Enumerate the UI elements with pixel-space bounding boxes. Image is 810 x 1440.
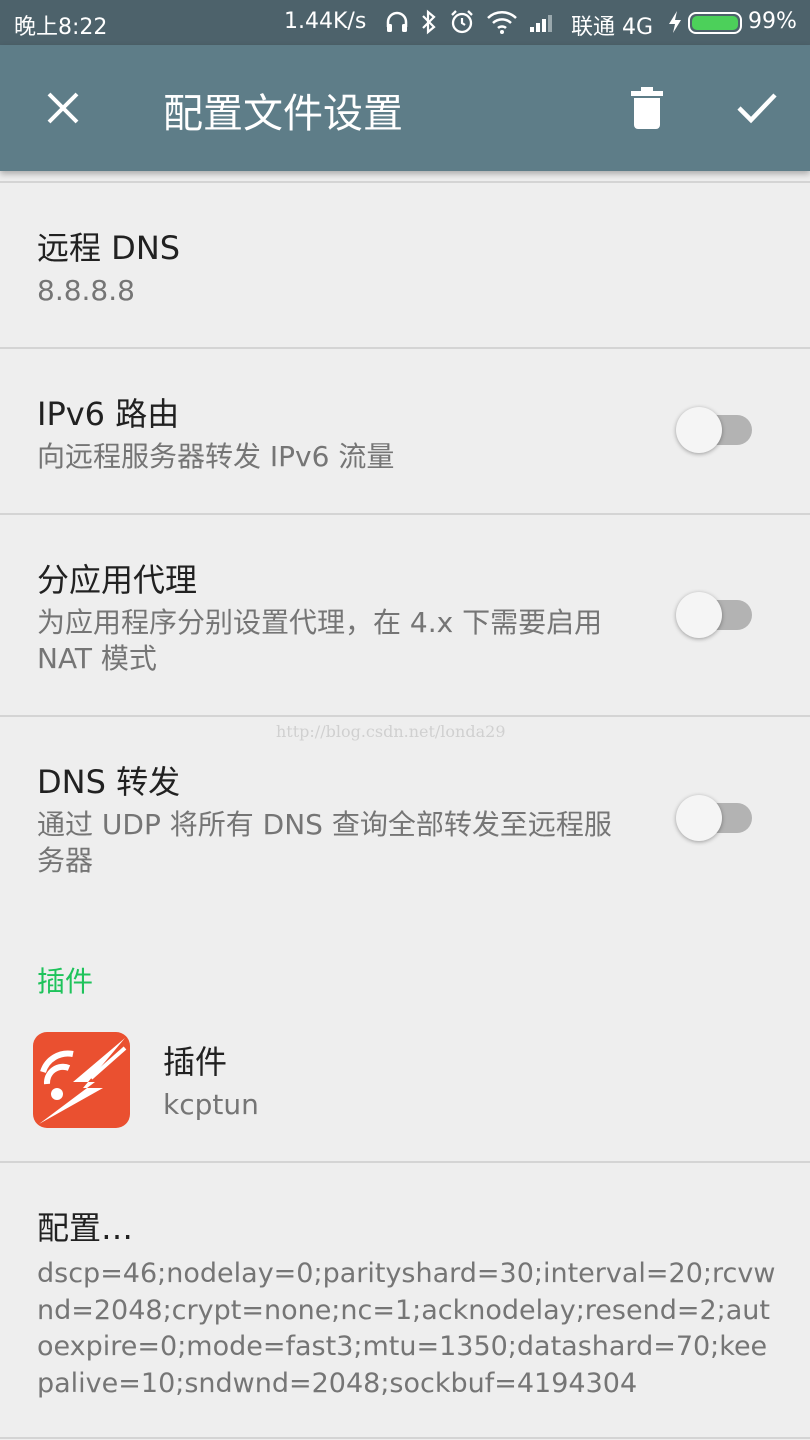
wifi-icon [486,9,518,41]
pref-dns-forward[interactable]: DNS 转发 通过 UDP 将所有 DNS 查询全部转发至远程服务器 [0,717,810,917]
pref-title: 插件 [163,1043,228,1081]
dns-forward-toggle[interactable] [676,795,754,841]
headphone-icon [384,9,410,41]
status-net-speed: 1.44K/s [284,9,367,34]
pref-per-app-proxy[interactable]: 分应用代理 为应用程序分别设置代理，在 4.x 下需要启用 NAT 模式 [0,515,810,715]
per-app-proxy-toggle[interactable] [676,592,754,638]
bluetooth-icon [419,9,439,41]
pref-title: 配置… [37,1209,134,1247]
pref-summary: 向远程服务器转发 IPv6 流量 [37,440,395,473]
pref-value: kcptun [163,1088,259,1121]
pref-value: 8.8.8.8 [37,274,135,307]
pref-title: DNS 转发 [37,763,181,801]
ipv6-route-toggle[interactable] [676,407,754,453]
section-header-plugin: 插件 [37,965,94,998]
battery-icon [688,12,742,34]
app-bar: 配置文件设置 [0,45,810,171]
pref-summary: 为应用程序分别设置代理，在 4.x 下需要启用 NAT 模式 [37,606,603,675]
pref-remote-dns[interactable]: 远程 DNS 8.8.8.8 [0,183,810,347]
close-button[interactable] [28,73,98,143]
status-carrier: 联通 4G [571,15,654,40]
close-icon [47,92,79,124]
pref-title: 远程 DNS [37,229,181,267]
delete-button[interactable] [612,73,682,143]
trash-icon [631,87,663,129]
divider [0,1437,810,1439]
pref-ipv6-route[interactable]: IPv6 路由 向远程服务器转发 IPv6 流量 [0,349,810,513]
status-time: 晚上8:22 [14,15,108,40]
status-battery-percent: 99% [748,9,797,34]
pref-summary: 通过 UDP 将所有 DNS 查询全部转发至远程服务器 [37,808,612,877]
charging-icon [666,9,684,41]
kcptun-plugin-icon [33,1032,130,1128]
plugin-config-value: dscp=46;nodelay=0;parityshard=30;interva… [37,1258,776,1399]
confirm-button[interactable] [722,73,792,143]
status-bar: 晚上8:22 1.44K/s 联通 4G 99% [0,0,810,45]
pref-title: 分应用代理 [37,561,198,599]
pref-title: IPv6 路由 [37,395,180,433]
page-title: 配置文件设置 [163,91,403,137]
alarm-icon [449,9,475,41]
check-icon [737,93,777,124]
signal-icon [528,9,558,41]
